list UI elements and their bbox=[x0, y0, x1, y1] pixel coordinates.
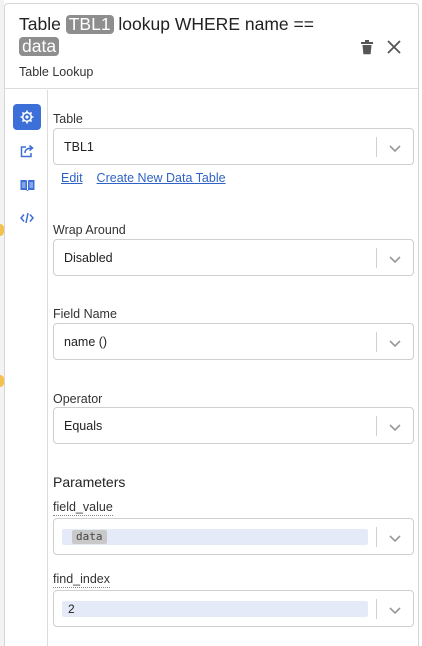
field-name-value: name () bbox=[64, 335, 108, 349]
table-select-value: TBL1 bbox=[64, 140, 94, 154]
find-index-label: find_index bbox=[53, 572, 110, 588]
create-table-link[interactable]: Create New Data Table bbox=[97, 171, 226, 185]
select-separator bbox=[376, 137, 377, 157]
code-tab[interactable] bbox=[13, 205, 41, 231]
select-separator bbox=[376, 416, 377, 436]
field-value-label: field_value bbox=[53, 500, 113, 516]
operator-label: Operator bbox=[53, 392, 103, 406]
table-links: Edit Create New Data Table bbox=[61, 171, 240, 185]
panel-header: Table TBL1 lookup WHERE name == data Tab… bbox=[5, 4, 418, 89]
field-value-fill: data bbox=[62, 529, 368, 545]
find-index-input[interactable]: 2 bbox=[53, 590, 414, 627]
field-name-label: Field Name bbox=[53, 307, 117, 321]
delete-button[interactable] bbox=[357, 37, 377, 57]
title-table-chip: TBL1 bbox=[65, 15, 114, 34]
parameters-heading: Parameters bbox=[53, 474, 126, 490]
select-separator bbox=[376, 599, 377, 619]
side-toolbar bbox=[5, 90, 48, 646]
output-tab[interactable] bbox=[13, 138, 41, 164]
table-select[interactable]: TBL1 bbox=[53, 128, 414, 165]
chevron-down-icon bbox=[389, 340, 401, 348]
table-label: Table bbox=[53, 112, 83, 126]
edit-table-link[interactable]: Edit bbox=[61, 171, 83, 185]
share-icon bbox=[20, 144, 34, 158]
select-separator bbox=[376, 332, 377, 352]
panel-title: Table TBL1 lookup WHERE name == data bbox=[19, 13, 329, 57]
close-icon bbox=[387, 40, 401, 54]
wrap-around-select[interactable]: Disabled bbox=[53, 239, 414, 276]
field-value-input[interactable]: data bbox=[53, 518, 414, 555]
wrap-around-value: Disabled bbox=[64, 251, 113, 265]
find-index-fill: 2 bbox=[62, 601, 368, 617]
gear-icon bbox=[20, 110, 34, 124]
title-value-chip: data bbox=[19, 37, 60, 56]
field-value-tag: data bbox=[72, 530, 107, 544]
chevron-down-icon bbox=[389, 145, 401, 153]
book-icon bbox=[20, 180, 34, 191]
trash-icon bbox=[361, 39, 373, 54]
chevron-down-icon bbox=[389, 535, 401, 543]
operator-value: Equals bbox=[64, 419, 103, 433]
chevron-down-icon bbox=[389, 256, 401, 264]
operator-select[interactable]: Equals bbox=[53, 407, 414, 444]
close-button[interactable] bbox=[384, 37, 404, 57]
title-prefix: Table bbox=[19, 14, 61, 34]
chevron-down-icon bbox=[389, 424, 401, 432]
docs-tab[interactable] bbox=[13, 172, 41, 198]
field-name-select[interactable]: name () bbox=[53, 323, 414, 360]
wrap-around-label: Wrap Around bbox=[53, 223, 126, 237]
select-separator bbox=[376, 527, 377, 547]
settings-tab[interactable] bbox=[13, 104, 41, 130]
code-icon bbox=[20, 212, 34, 224]
properties-panel: Table TBL1 lookup WHERE name == data Tab… bbox=[4, 3, 419, 646]
panel-subtitle: Table Lookup bbox=[19, 65, 94, 79]
chevron-down-icon bbox=[389, 607, 401, 615]
find-index-value: 2 bbox=[68, 602, 75, 616]
select-separator bbox=[376, 248, 377, 268]
title-middle: lookup WHERE name == bbox=[118, 14, 314, 34]
